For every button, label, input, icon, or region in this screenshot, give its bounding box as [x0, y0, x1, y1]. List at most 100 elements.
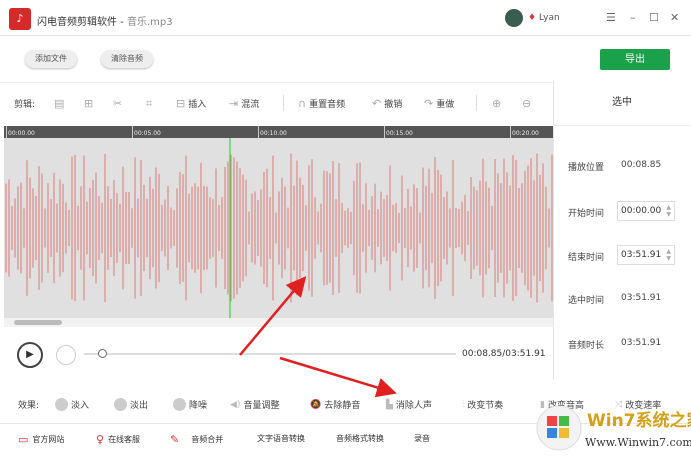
stop-button[interactable]: [56, 345, 76, 365]
time-ruler: 00:00.00 00:05.00 00:10.00 00:15.00 00:2…: [4, 126, 553, 138]
sliders-icon: ⫶: [462, 399, 465, 410]
headphones-icon: ∩: [298, 97, 307, 110]
ruler-tick: 00:10.00: [258, 126, 287, 138]
reset-audio-button[interactable]: ∩ 重置音频: [298, 97, 345, 110]
end-time-value: 03:51.91: [621, 250, 662, 260]
audio-merge-link[interactable]: ✎ 音频合并: [170, 433, 223, 446]
redo-label: 重做: [436, 100, 455, 110]
ruler-tick: 00:15.00: [384, 126, 413, 138]
effect-volume[interactable]: ◀) 音量调整: [230, 398, 280, 412]
ruler-tick: 00:20.00: [510, 126, 539, 138]
duration-value: 03:51.91: [621, 338, 662, 348]
start-time-label: 开始时间: [568, 209, 605, 219]
start-time-input[interactable]: 00:00.00 ▲ ▼: [617, 201, 675, 221]
spinner-arrows-icon[interactable]: ▲ ▼: [666, 204, 671, 218]
link-label: 官方网站: [32, 435, 65, 444]
close-button[interactable]: ✕: [670, 11, 679, 24]
effects-label: 效果:: [18, 401, 40, 411]
ruler-tick: 00:05.00: [132, 126, 161, 138]
play-position-label: 播放位置: [568, 163, 605, 173]
online-support-link[interactable]: ♀ 在线客服: [96, 433, 140, 446]
scrollbar-thumb[interactable]: [14, 320, 62, 325]
avatar[interactable]: [505, 9, 523, 27]
effect-remove-silence[interactable]: 🔕 去除静音: [310, 398, 361, 412]
redo-button[interactable]: ↷ 重做: [424, 97, 454, 110]
vip-gem-icon: ♦: [528, 13, 537, 23]
official-site-link[interactable]: ▭ 官方网站: [18, 433, 64, 446]
insert-button[interactable]: ⊟ 插入: [176, 97, 206, 110]
divider: [283, 95, 284, 111]
zoom-in-icon: ⊕: [492, 97, 502, 110]
effect-label: 降噪: [189, 401, 208, 411]
merge-icon: ✎: [170, 433, 180, 446]
clear-audio-button[interactable]: 清除音频: [101, 50, 153, 68]
undo-label: 撤销: [384, 100, 403, 110]
insert-label: 插入: [188, 100, 207, 110]
tts-link[interactable]: 文字语音转换: [257, 433, 305, 444]
paste-icon: ⊞: [84, 97, 94, 110]
effect-label: 消除人声: [395, 401, 432, 411]
fade-in-icon: [55, 398, 68, 411]
reset-label: 重置音频: [309, 100, 346, 110]
link-label: 音频合并: [191, 435, 224, 444]
start-time-value: 00:00.00: [621, 206, 662, 216]
watermark-logo: Win7系统之家 Www.Winwin7.com: [535, 400, 691, 454]
ruler-tick: 00:00.00: [6, 126, 35, 138]
copy-button[interactable]: ▤: [54, 97, 64, 110]
app-name: 闪电音频剪辑软件 -: [37, 17, 127, 28]
insert-icon: ⊟: [176, 97, 186, 110]
spinner-arrows-icon[interactable]: ▲ ▼: [666, 248, 671, 262]
svg-text:Www.Winwin7.com: Www.Winwin7.com: [585, 436, 691, 449]
user-name: Lyan: [538, 13, 560, 23]
selection-time-label: 选中时间: [568, 296, 605, 306]
copy-icon: ▤: [54, 97, 65, 110]
format-convert-link[interactable]: 音频格式转换: [336, 433, 384, 444]
crop-button[interactable]: ⌗: [146, 97, 152, 111]
effect-denoise[interactable]: 降噪: [173, 398, 207, 411]
window-title: 闪电音频剪辑软件 - 音乐.mp3: [37, 13, 173, 28]
export-button[interactable]: 导出: [600, 49, 670, 70]
play-button[interactable]: ▶: [17, 342, 43, 368]
duration-label: 音频时长: [568, 341, 605, 351]
speaker-icon: ◀): [230, 399, 241, 410]
add-file-button[interactable]: 添加文件: [25, 50, 77, 68]
crop-icon: ⌗: [146, 97, 153, 110]
user-info[interactable]: ♦ Lyan: [528, 13, 560, 23]
paste-button[interactable]: ⊞: [84, 97, 93, 110]
mix-button[interactable]: ⇥ 混流: [229, 97, 259, 110]
end-time-input[interactable]: 03:51.91 ▲ ▼: [617, 245, 675, 265]
edit-toolbar: [0, 82, 553, 126]
selection-time-value: 03:51.91: [621, 293, 662, 303]
waveform[interactable]: [4, 138, 553, 318]
effect-label: 去除静音: [324, 401, 361, 411]
effect-remove-vocals[interactable]: ▙ 消除人声: [386, 398, 432, 412]
vocal-icon: ▙: [386, 399, 393, 410]
file-name: 音乐.mp3: [126, 17, 173, 28]
support-icon: ♀: [96, 433, 105, 446]
mix-label: 混流: [241, 100, 260, 110]
effect-label: 淡入: [71, 401, 90, 411]
play-position-value: 00:08.85: [621, 160, 662, 170]
effect-label: 音量调整: [243, 401, 280, 411]
effect-tempo[interactable]: ⫶ 改变节奏: [462, 398, 503, 412]
monitor-icon: ▭: [18, 433, 29, 446]
effect-fade-in[interactable]: 淡入: [55, 398, 89, 411]
mix-icon: ⇥: [229, 97, 239, 110]
record-link[interactable]: 录音: [414, 433, 430, 444]
zoom-in-button[interactable]: ⊕: [492, 97, 501, 110]
undo-button[interactable]: ↶ 撤销: [372, 97, 402, 110]
progress-slider[interactable]: [84, 353, 456, 355]
horizontal-scrollbar[interactable]: [4, 318, 553, 327]
menu-icon[interactable]: ☰: [606, 11, 616, 24]
scissors-icon: ✂: [113, 97, 123, 110]
minimize-button[interactable]: –: [630, 11, 636, 24]
progress-knob[interactable]: [98, 349, 108, 358]
denoise-icon: [173, 398, 186, 411]
end-time-label: 结束时间: [568, 253, 605, 263]
cut-button[interactable]: ✂: [113, 97, 122, 110]
svg-text:Win7系统之家: Win7系统之家: [587, 410, 691, 431]
effect-fade-out[interactable]: 淡出: [114, 398, 148, 411]
maximize-button[interactable]: ☐: [649, 11, 659, 24]
edit-label: 剪辑:: [14, 100, 36, 110]
zoom-out-button[interactable]: ⊖: [522, 97, 531, 110]
